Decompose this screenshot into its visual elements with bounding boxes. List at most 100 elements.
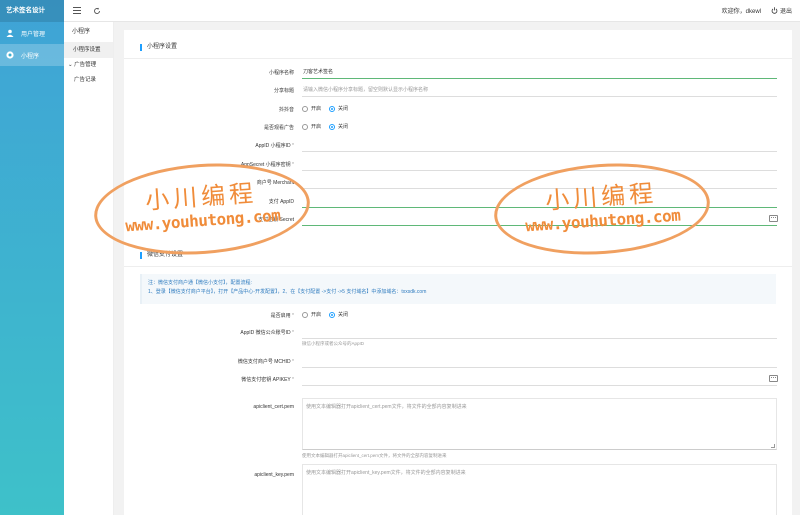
required-mark: *: [292, 143, 294, 149]
row-mini-name: 小程序名称 刀客艺术签名: [124, 67, 792, 81]
sidebar-item-miniprogram[interactable]: 小程序: [0, 44, 64, 66]
row-pay-enable: 是否启用 * 开启 关闭: [124, 310, 792, 324]
divider: [124, 266, 792, 267]
row-appid: AppID 小程序ID *: [124, 140, 792, 154]
required-mark: *: [292, 330, 294, 336]
ads-radio-group: 开启 关闭: [302, 123, 356, 130]
user-icon: [6, 29, 14, 37]
secondary-nav: 小程序 小程序设置 ⌄ 广告管理 广告记录: [64, 22, 114, 515]
top-bar: 欢迎你，dkewl 退出: [64, 0, 800, 22]
row-share-title: 分享标题 请输入微信小程序分享标题，留空则默认显示小程序名称: [124, 85, 792, 99]
keyboard-icon[interactable]: [769, 215, 778, 222]
pay-key-input[interactable]: [302, 214, 777, 226]
apikey-label: 微信支付密钥 APIKEY *: [241, 376, 294, 383]
label-text: 是否启用: [270, 313, 291, 319]
radio-label: 开启: [311, 312, 322, 318]
chevron-down-icon: ⌄: [68, 62, 73, 68]
refresh-icon[interactable]: [90, 4, 104, 18]
section-title-mini: 小程序设置: [140, 44, 177, 51]
mini-name-label: 小程序名称: [268, 70, 294, 76]
wx-appid-input[interactable]: [302, 327, 777, 339]
row-merchant: 商户号 Merchant: [124, 177, 792, 191]
label-text: 微信支付密钥 APIKEY: [241, 377, 291, 383]
subnav-item-settings[interactable]: 小程序设置: [64, 42, 113, 58]
mchid-label: 微信支付商户号 MCHID *: [238, 358, 294, 365]
tiktok-label: 抖抖音: [278, 107, 294, 113]
cert-textarea[interactable]: 使用文本编辑器打开apiclient_cert.pem文件，将文件的全部内容复制…: [302, 398, 777, 450]
appid-input[interactable]: [302, 140, 777, 152]
ads-label: 是否观看广告: [263, 125, 294, 131]
pay-enable-radio-off[interactable]: 关闭: [329, 311, 348, 318]
section-title-wechat-pay: 微信支付设置: [140, 252, 183, 259]
subnav-item-ad-records[interactable]: 广告记录: [64, 72, 113, 88]
mchid-input[interactable]: [302, 356, 777, 368]
label-text: 微信支付商户号 MCHID: [237, 359, 291, 365]
key-label: apiclient_key.pem: [254, 472, 294, 478]
row-apikey: 微信支付密钥 APIKEY *: [124, 374, 792, 388]
label-text: AppID 小程序ID: [255, 143, 291, 149]
divider: [124, 58, 792, 59]
tiktok-radio-off[interactable]: 关闭: [329, 105, 348, 112]
sidebar-item-label: 小程序: [21, 53, 40, 60]
row-tiktok: 抖抖音 开启 关闭: [124, 104, 792, 118]
brand-title: 艺术签名设计: [0, 0, 64, 22]
key-placeholder: 使用文本编辑器打开apiclient_key.pem文件，将文件的全部内容复制进…: [306, 470, 466, 476]
notice-line-2: 1、登录【微信支付商户平台】，打开【产品中心-开发配置】，2、在【支付配置 ->…: [148, 289, 427, 295]
share-title-input[interactable]: 请输入微信小程序分享标题，留空则默认显示小程序名称: [302, 85, 777, 97]
ads-radio-off[interactable]: 关闭: [329, 123, 348, 130]
wx-appid-help: 微信小程序或者公众号的AppID: [302, 341, 365, 346]
key-textarea[interactable]: 使用文本编辑器打开apiclient_key.pem文件，将文件的全部内容复制进…: [302, 464, 777, 515]
tiktok-radio-on[interactable]: 开启: [302, 105, 321, 112]
secret-input[interactable]: [302, 159, 777, 171]
miniprogram-icon: [6, 51, 14, 59]
radio-label: 开启: [311, 124, 322, 130]
row-pay-key: 支付密钥 Secret: [124, 214, 792, 228]
wx-appid-label: AppID 微信公众账号ID *: [240, 329, 294, 336]
pay-key-label: 支付密钥 Secret: [258, 217, 294, 223]
required-mark: *: [292, 162, 294, 168]
row-wx-appid: AppID 微信公众账号ID *: [124, 327, 792, 341]
subnav-group-label: 广告管理: [74, 62, 97, 68]
radio-label: 关闭: [338, 312, 349, 318]
radio-label: 关闭: [338, 124, 349, 130]
merchant-input[interactable]: [302, 177, 777, 189]
radio-label: 关闭: [338, 106, 349, 112]
row-mchid: 微信支付商户号 MCHID *: [124, 356, 792, 370]
wechat-pay-notice: 注：微信支付商户通【微信小支付】，配置流程: 1、登录【微信支付商户平台】，打开…: [140, 274, 776, 304]
logout-button[interactable]: 退出: [771, 6, 792, 15]
main-content: 小程序设置 小程序名称 刀客艺术签名 分享标题 请输入微信小程序分享标题，留空则…: [124, 30, 792, 515]
sidebar-item-users[interactable]: 用户管理: [0, 22, 64, 44]
share-title-placeholder: 请输入微信小程序分享标题，留空则默认显示小程序名称: [303, 87, 429, 93]
subnav-title: 小程序: [72, 29, 91, 35]
main-sidebar: 艺术签名设计 用户管理 小程序: [0, 0, 64, 515]
required-mark: *: [292, 377, 294, 383]
required-mark: *: [292, 313, 294, 319]
label-text: AppSecret 小程序密钥: [240, 162, 291, 168]
share-title-label: 分享标题: [273, 88, 294, 94]
pay-enable-radio-group: 开启 关闭: [302, 311, 356, 318]
pay-enable-label: 是否启用 *: [271, 312, 294, 319]
radio-label: 开启: [311, 106, 322, 112]
pay-enable-radio-on[interactable]: 开启: [302, 311, 321, 318]
apikey-input[interactable]: [302, 374, 777, 386]
row-secret: AppSecret 小程序密钥 *: [124, 159, 792, 173]
keyboard-icon[interactable]: [769, 375, 778, 382]
pay-appid-input[interactable]: [302, 196, 777, 208]
mini-name-input[interactable]: 刀客艺术签名: [302, 67, 777, 79]
pay-appid-label: 支付 AppID: [268, 199, 294, 205]
row-pay-appid: 支付 AppID: [124, 196, 792, 210]
tiktok-radio-group: 开启 关闭: [302, 105, 356, 112]
ads-radio-on[interactable]: 开启: [302, 123, 321, 130]
merchant-label: 商户号 Merchant: [256, 180, 294, 186]
cert-placeholder: 使用文本编辑器打开apiclient_cert.pem文件，将文件的全部内容复制…: [306, 404, 467, 410]
row-ads: 是否观看广告 开启 关闭: [124, 122, 792, 136]
notice-line-1: 注：微信支付商户通【微信小支付】，配置流程:: [148, 280, 252, 286]
menu-toggle-icon[interactable]: [70, 4, 84, 18]
logout-label: 退出: [779, 9, 792, 15]
cert-label: apiclient_cert.pem: [253, 404, 294, 410]
required-mark: *: [292, 359, 294, 365]
secret-label: AppSecret 小程序密钥 *: [241, 161, 294, 168]
power-icon: [771, 7, 778, 14]
resize-handle-icon[interactable]: [771, 444, 775, 448]
subnav-group-ads[interactable]: ⌄ 广告管理: [64, 58, 113, 72]
